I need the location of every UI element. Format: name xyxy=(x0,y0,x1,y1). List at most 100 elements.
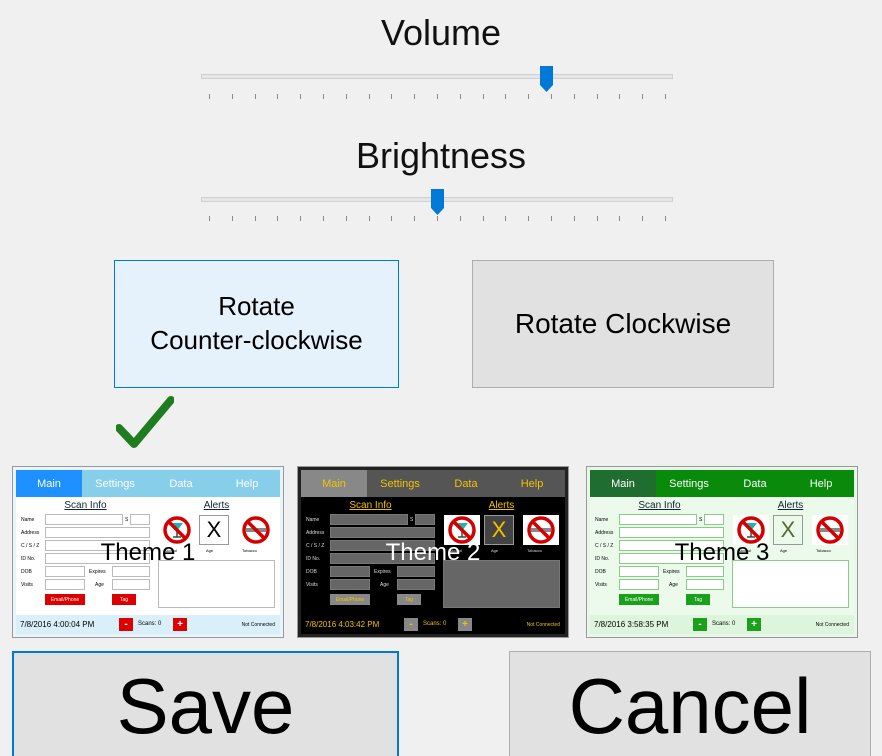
preview-status-bar: 7/8/2016 4:00:04 PM - Scans: 0 + Not Connect… xyxy=(16,615,280,634)
theme-name: Theme 1 xyxy=(100,539,196,566)
preview-field xyxy=(619,566,659,577)
preview-s-label: S xyxy=(699,517,703,523)
slider-tick xyxy=(619,94,621,99)
preview-field xyxy=(686,566,724,577)
theme-2-preview[interactable]: Main Settings Data Help Scan Info Name Address… xyxy=(297,466,569,638)
volume-label: Volume xyxy=(380,12,502,53)
preview-field xyxy=(397,579,435,590)
preview-tab: Main xyxy=(301,470,367,497)
slider-tick xyxy=(368,216,370,221)
preview-scans: Scans: 0 xyxy=(423,621,447,627)
preview-status-bar: 7/8/2016 3:58:35 PM - Scans: 0 + Not Connect… xyxy=(590,615,854,634)
slider-tick xyxy=(665,94,666,99)
slider-tick xyxy=(414,94,416,99)
preview-field-label: Name xyxy=(595,517,609,523)
preview-field xyxy=(330,566,370,577)
preview-scans: Scans: 0 xyxy=(712,621,736,627)
preview-tab: Main xyxy=(590,470,656,497)
preview-field xyxy=(330,514,408,525)
theme-1-preview[interactable]: Main Settings Data Help Scan Info Name Address… xyxy=(12,466,284,638)
slider-tick xyxy=(459,216,461,221)
preview-tag-button: Tag xyxy=(397,594,421,605)
slider-tick xyxy=(209,216,210,221)
preview-alert-box xyxy=(732,560,849,608)
preview-field-label: Visits xyxy=(306,582,318,588)
preview-scan-info-title: Scan Info xyxy=(349,500,392,511)
theme-3-preview[interactable]: Main Settings Data Help Scan Info Name Address… xyxy=(586,466,858,638)
slider-tick xyxy=(665,216,666,221)
preview-plus-button: + xyxy=(458,618,472,631)
preview-tab: Help xyxy=(788,470,854,497)
rotate-ccw-label-line2: Counter-clockwise xyxy=(150,325,363,355)
preview-tab: Data xyxy=(433,470,499,497)
preview-email-button: Email/Phone xyxy=(330,594,370,605)
preview-field xyxy=(45,514,123,525)
preview-tab: Help xyxy=(499,470,565,497)
preview-tab: Settings xyxy=(82,470,148,497)
rotate-ccw-label-line1: Rotate xyxy=(218,291,295,322)
preview-alerts-title: Alerts xyxy=(777,500,804,511)
volume-slider-thumb[interactable] xyxy=(539,66,553,92)
rotate-clockwise-button[interactable]: Rotate Clockwise xyxy=(472,260,774,388)
preview-tabs: Main Settings Data Help xyxy=(16,470,280,497)
rotate-counter-clockwise-button[interactable]: Rotate Counter-clockwise xyxy=(114,260,399,388)
preview-email-button: Email/Phone xyxy=(45,594,85,605)
preview-field xyxy=(619,514,697,525)
preview-expires-label: Expires xyxy=(374,569,391,575)
preview-field-label: Address xyxy=(306,530,325,536)
slider-tick xyxy=(323,94,324,99)
slider-tick xyxy=(596,94,598,99)
preview-s-label: S xyxy=(410,517,414,523)
preview-field-label: Address xyxy=(21,530,40,536)
preview-connection-status: Not Connected xyxy=(526,622,560,628)
preview-tag-button: Tag xyxy=(686,594,710,605)
preview-field xyxy=(45,527,150,538)
slider-tick xyxy=(391,216,393,221)
save-label: Save xyxy=(116,661,295,750)
preview-field xyxy=(112,566,150,577)
slider-tick xyxy=(596,216,598,221)
brightness-slider-thumb[interactable] xyxy=(431,189,444,215)
brightness-slider-ticks xyxy=(209,216,666,222)
preview-field xyxy=(45,566,85,577)
preview-field xyxy=(112,579,150,590)
slider-tick xyxy=(505,94,507,99)
slider-tick xyxy=(437,94,438,99)
slider-tick xyxy=(505,216,507,221)
preview-connection-status: Not Connected xyxy=(815,622,849,628)
slider-tick xyxy=(459,94,461,99)
slider-tick xyxy=(482,94,484,99)
slider-tick xyxy=(254,94,256,99)
preview-expires-label: Expires xyxy=(89,569,106,575)
preview-field xyxy=(45,579,85,590)
slider-tick xyxy=(482,216,484,221)
slider-tick xyxy=(391,94,393,99)
cancel-button[interactable]: Cancel xyxy=(509,651,871,756)
theme-name: Theme 3 xyxy=(674,539,770,566)
slider-tick xyxy=(368,94,370,99)
slider-tick xyxy=(345,216,347,221)
preview-tab: Help xyxy=(214,470,280,497)
preview-field xyxy=(330,579,370,590)
preview-tab: Data xyxy=(722,470,788,497)
slider-tick xyxy=(231,216,233,221)
preview-field xyxy=(686,579,724,590)
slider-tick xyxy=(345,94,347,99)
preview-connection-status: Not Connected xyxy=(241,622,275,628)
preview-scan-info-title: Scan Info xyxy=(638,500,681,511)
rotate-cw-label: Rotate Clockwise xyxy=(514,308,732,339)
theme-name: Theme 2 xyxy=(385,539,481,566)
save-button[interactable]: Save xyxy=(12,651,399,756)
volume-slider-ticks xyxy=(209,94,666,100)
preview-tab: Settings xyxy=(656,470,722,497)
preview-field xyxy=(619,579,659,590)
volume-slider-track[interactable] xyxy=(201,74,673,79)
preview-scan-info-title: Scan Info xyxy=(64,500,107,511)
slider-tick xyxy=(277,216,279,221)
checkmark-icon xyxy=(116,396,174,448)
preview-field xyxy=(415,514,435,525)
preview-field-label: DOB xyxy=(595,569,606,575)
preview-field-label: Visits xyxy=(595,582,607,588)
preview-email-button: Email/Phone xyxy=(619,594,659,605)
preview-expires-label: Expires xyxy=(663,569,680,575)
